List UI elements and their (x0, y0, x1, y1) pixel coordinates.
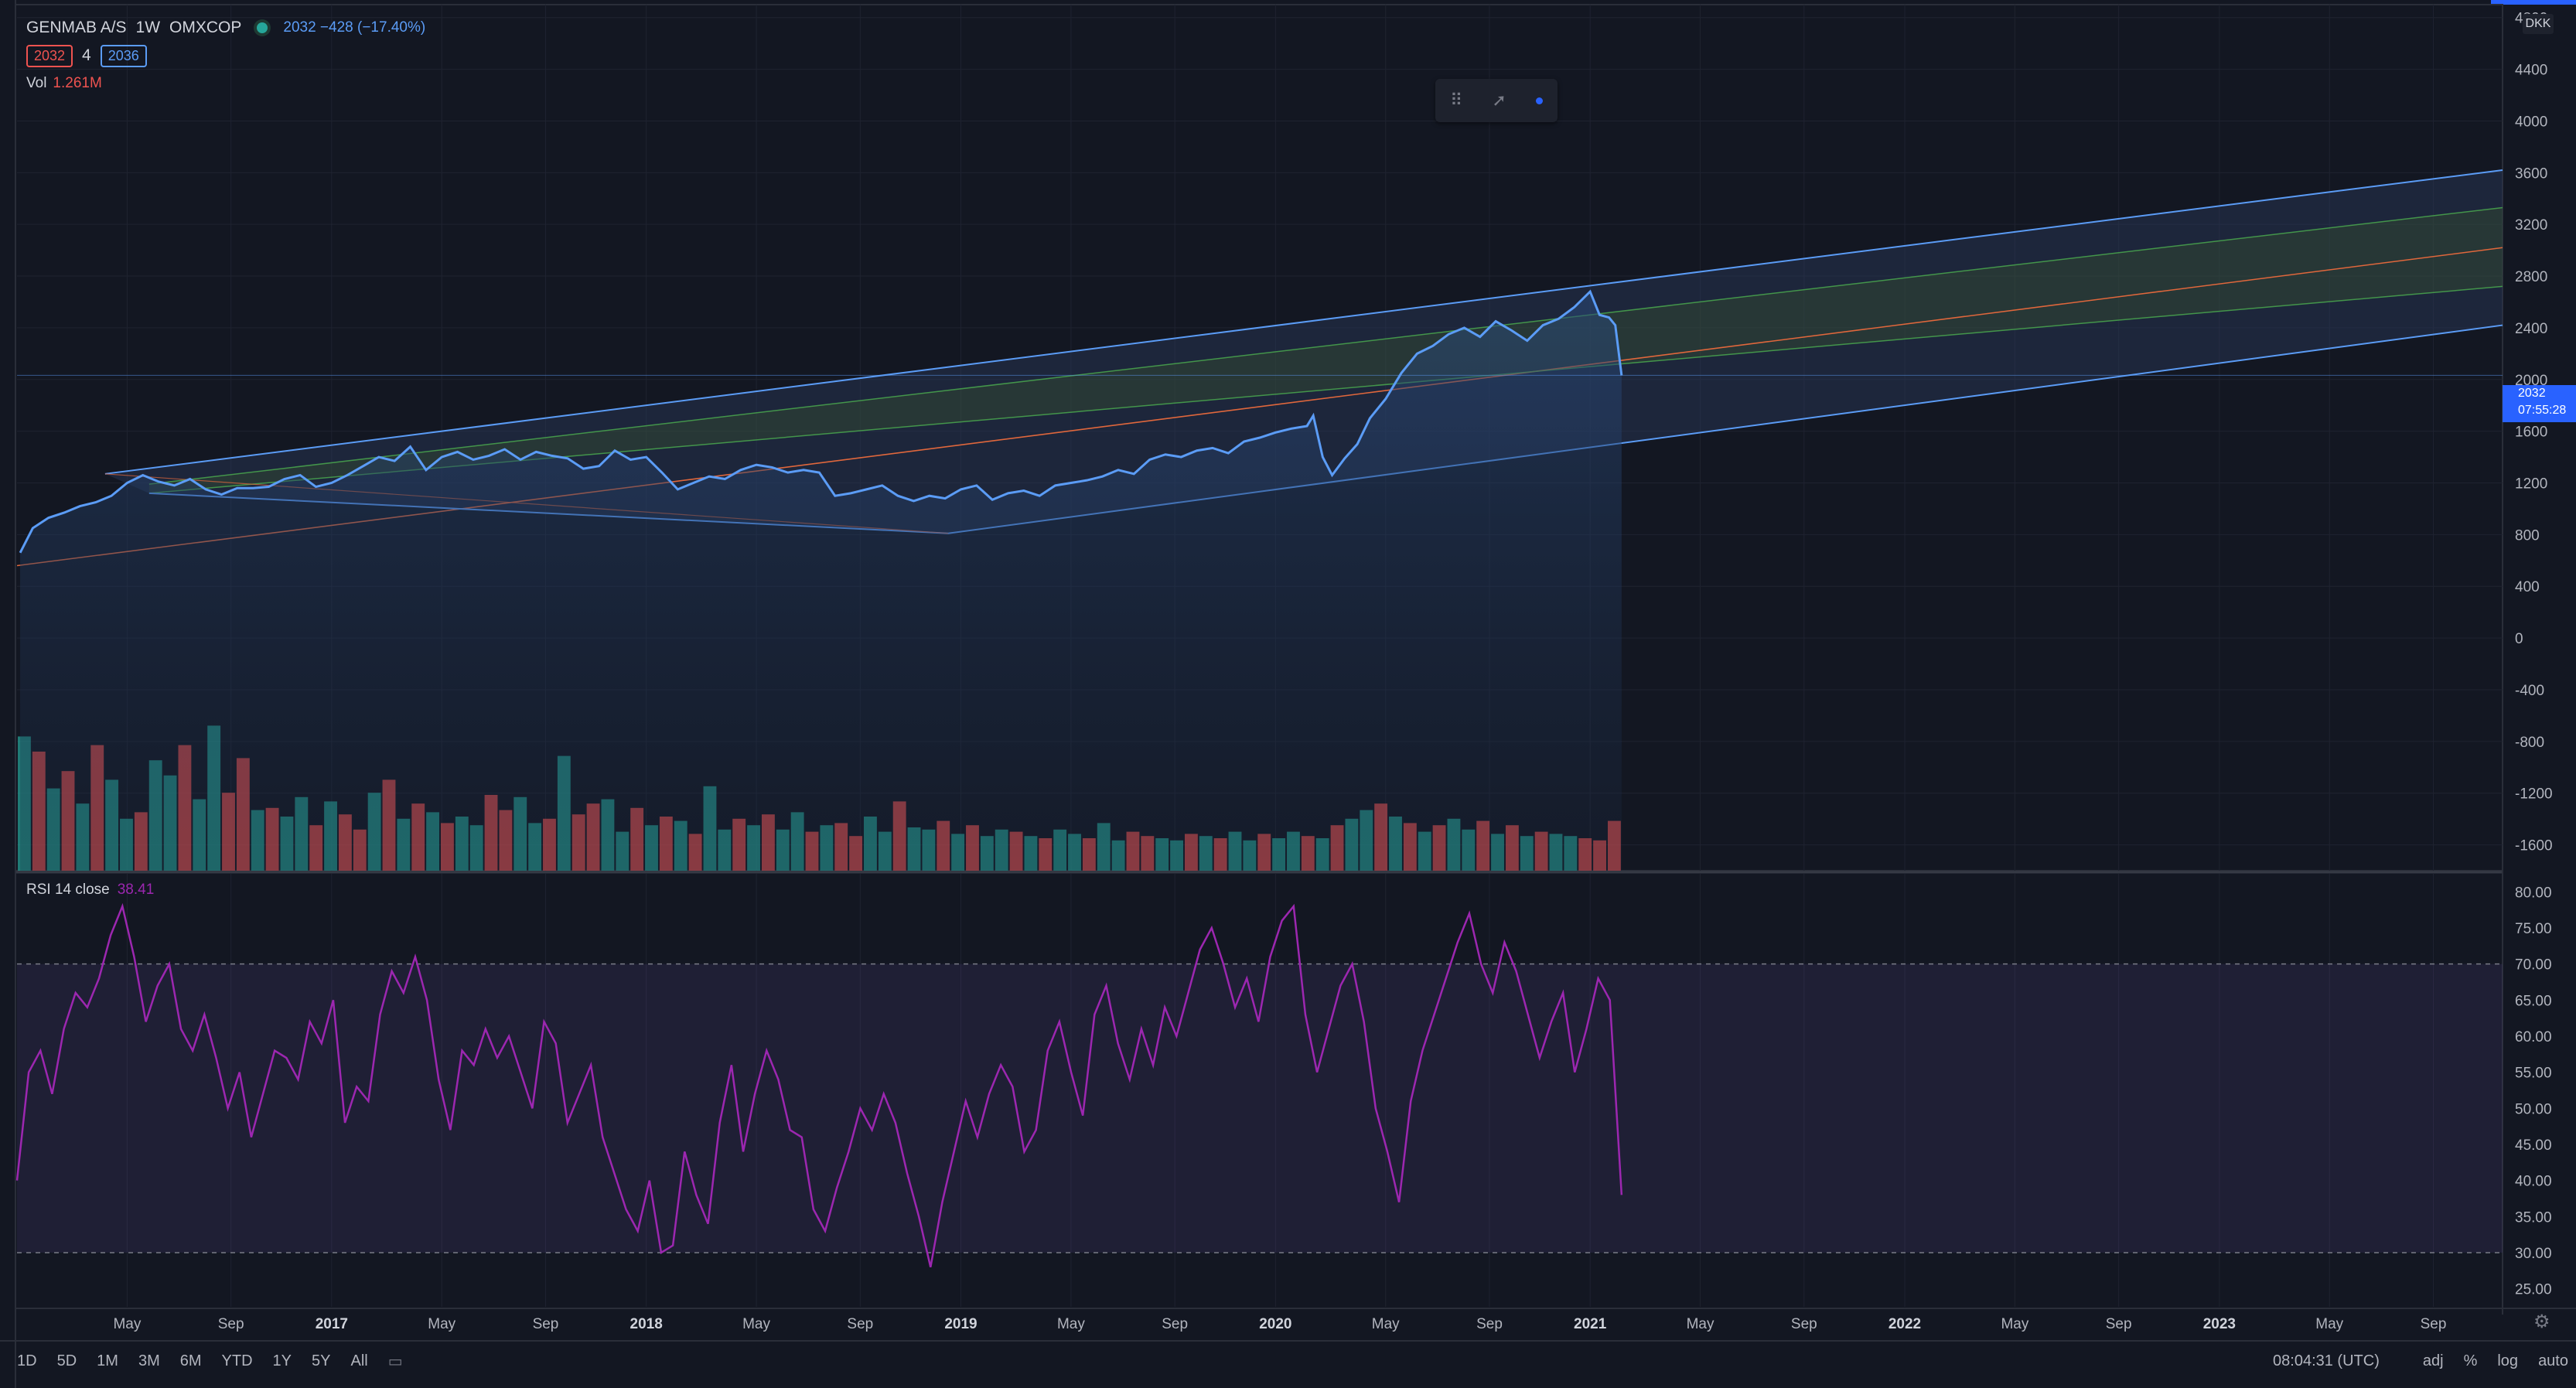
time-tick-label: May (1057, 1316, 1085, 1332)
price-tick-label: -1600 (2515, 838, 2553, 854)
rsi-tick-label: 70.00 (2515, 957, 2552, 974)
time-tick-label: 2018 (630, 1316, 663, 1332)
time-tick-label: 2021 (1574, 1316, 1607, 1332)
rsi-band (17, 963, 2503, 1253)
rsi-tick-label: 35.00 (2515, 1209, 2552, 1226)
adj-toggle[interactable]: adj (2423, 1352, 2444, 1370)
price-tick-label: -800 (2515, 735, 2544, 751)
rsi-tick-label: 40.00 (2515, 1174, 2552, 1190)
time-tick-label: Sep (1162, 1316, 1188, 1332)
last-price: 2032 (2518, 387, 2546, 400)
time-tick-label: Sep (1791, 1316, 1817, 1332)
price-tick-label: 1200 (2515, 476, 2547, 493)
chart-canvas[interactable]: 4800440040003600320028002400200016001200… (0, 0, 2576, 1388)
time-tick-label: May (428, 1316, 455, 1332)
bar-countdown: 07:55:28 (2518, 404, 2567, 417)
price-tick-label: 2800 (2515, 269, 2547, 285)
cursor-arrow-icon[interactable]: ➚ (1492, 90, 1506, 111)
price-tick-label: 800 (2515, 527, 2540, 544)
rsi-axis[interactable]: 80.00 75.00 70.00 65.00 60.00 55.00 50.00 45.00… (2515, 885, 2552, 1298)
date-range-calendar-icon[interactable]: ▭ (388, 1352, 403, 1371)
rsi-band-fill (17, 963, 2503, 1253)
range-5d[interactable]: 5D (57, 1352, 77, 1370)
time-tick-label: May (113, 1316, 141, 1332)
rsi-tick-label: 75.00 (2515, 921, 2552, 937)
time-tick-label: Sep (847, 1316, 873, 1332)
range-1m[interactable]: 1M (97, 1352, 118, 1370)
utc-clock[interactable]: 08:04:31 (UTC) (2273, 1352, 2380, 1370)
price-axis[interactable]: 4800440040003600320028002400200016001200… (2515, 11, 2553, 854)
rsi-tick-label: 25.00 (2515, 1282, 2552, 1298)
percent-toggle[interactable]: % (2464, 1352, 2478, 1370)
symbol-legend: GENMAB A/S 1W OMXCOP 2032 −428 (−17.40%)… (26, 14, 425, 97)
time-tick-label: May (742, 1316, 770, 1332)
range-6m[interactable]: 6M (180, 1352, 202, 1370)
price-tick-label: 400 (2515, 579, 2540, 595)
symbol-name[interactable]: GENMAB A/S (26, 19, 127, 37)
auto-toggle[interactable]: auto (2538, 1352, 2568, 1370)
currency-label[interactable]: DKK (2523, 14, 2554, 34)
volume-value: 1.261M (53, 75, 102, 91)
time-tick-label: 2022 (1888, 1316, 1921, 1332)
time-tick-label: Sep (2421, 1316, 2447, 1332)
rsi-value: 38.41 (117, 882, 155, 898)
rsi-tick-label: 80.00 (2515, 885, 2552, 901)
range-1y[interactable]: 1Y (273, 1352, 292, 1370)
drag-handle-icon[interactable]: ⠿ (1450, 90, 1462, 111)
price-tick-label: 3600 (2515, 165, 2547, 182)
time-tick-label: Sep (533, 1316, 559, 1332)
rsi-tick-label: 45.00 (2515, 1137, 2552, 1154)
settings-gear-icon[interactable]: ⚙ (2533, 1311, 2550, 1333)
time-tick-label: May (1687, 1316, 1714, 1332)
price-tick-label: 4000 (2515, 114, 2547, 130)
log-toggle[interactable]: log (2497, 1352, 2518, 1370)
time-tick-label: Sep (1476, 1316, 1503, 1332)
time-tick-label: 2017 (316, 1316, 348, 1332)
time-tick-label: 2020 (1259, 1316, 1291, 1332)
ask-button[interactable]: 2036 (100, 44, 147, 67)
color-dot-icon[interactable] (1535, 97, 1543, 104)
rsi-tick-label: 30.00 (2515, 1246, 2552, 1262)
rsi-tick-label: 60.00 (2515, 1029, 2552, 1045)
time-tick-label: 2019 (944, 1316, 977, 1332)
range-ytd[interactable]: YTD (222, 1352, 253, 1370)
rsi-tick-label: 50.00 (2515, 1101, 2552, 1117)
range-all[interactable]: All (350, 1352, 367, 1370)
range-3m[interactable]: 3M (138, 1352, 160, 1370)
time-tick-label: May (2001, 1316, 2028, 1332)
time-tick-label: May (1372, 1316, 1400, 1332)
time-tick-label: Sep (2106, 1316, 2132, 1332)
price-tick-label: 2400 (2515, 321, 2547, 337)
spread-value: 4 (82, 46, 91, 64)
price-tick-label: 1600 (2515, 425, 2547, 441)
price-tick-label: 4400 (2515, 63, 2547, 79)
time-axis[interactable]: May Sep 2017 May Sep 2018 May Sep 2019 May Sep 2020… (113, 1316, 2446, 1332)
price-tick-label: -1200 (2515, 786, 2553, 803)
interval-label[interactable]: 1W (136, 19, 161, 37)
drawing-toolbar[interactable]: ⠿ ➚ (1435, 79, 1558, 122)
rsi-tick-label: 65.00 (2515, 993, 2552, 1009)
bottom-toolbar: 1D 5D 1M 3M 6M YTD 1Y 5Y All ▭ 08:04:31 … (17, 1342, 2576, 1380)
exchange-label: OMXCOP (169, 19, 242, 36)
last-price-tag: 2032 07:55:28 (2503, 385, 2576, 422)
price-tick-label: 3200 (2515, 217, 2547, 234)
time-tick-label: Sep (218, 1316, 244, 1332)
price-tick-label: -400 (2515, 683, 2544, 699)
time-tick-label: May (2315, 1316, 2343, 1332)
rsi-tick-label: 55.00 (2515, 1066, 2552, 1082)
volume-label: Vol (26, 75, 47, 91)
rsi-legend: RSI 14 close 38.41 (26, 882, 154, 899)
bid-button[interactable]: 2032 (26, 44, 73, 67)
time-tick-label: 2023 (2203, 1316, 2236, 1332)
rsi-label[interactable]: RSI 14 close (26, 882, 110, 899)
price-tick-label: 0 (2515, 631, 2523, 647)
market-status-dot-icon (257, 22, 268, 33)
range-1d[interactable]: 1D (17, 1352, 37, 1370)
last-change: 2032 −428 (−17.40%) (283, 19, 426, 36)
range-5y[interactable]: 5Y (312, 1352, 330, 1370)
